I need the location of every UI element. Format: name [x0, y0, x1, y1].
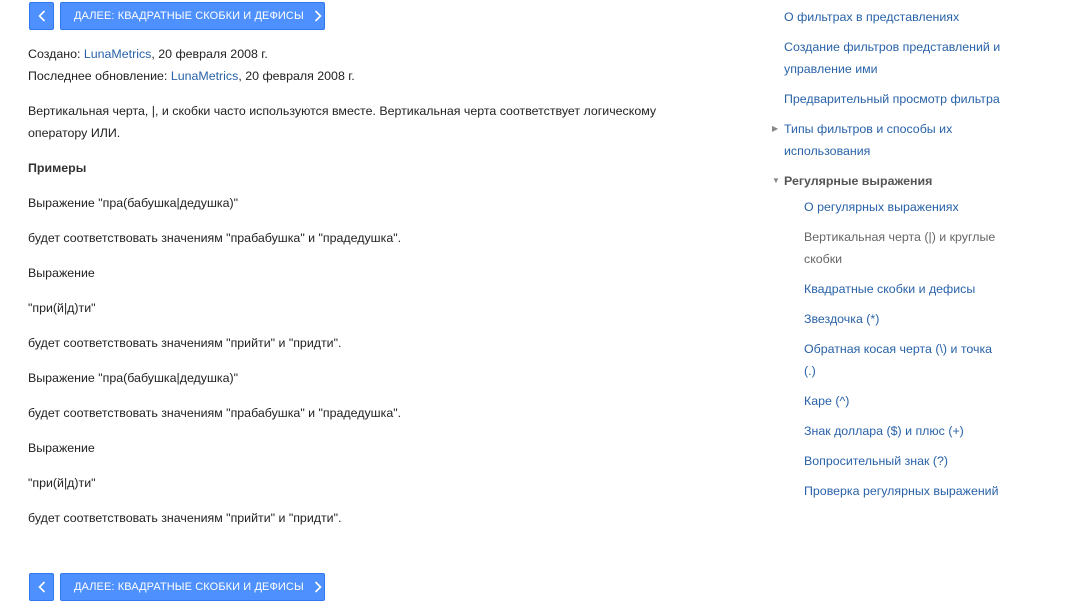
sidebar-subitem-backslash[interactable]: Обратная косая черта (\) и точка	[804, 338, 992, 360]
intro-line: оператору ИЛИ.	[28, 126, 121, 140]
created-author-link[interactable]: LunaMetrics	[84, 47, 152, 61]
article-meta: Создано: LunaMetrics, 20 февраля 2008 г.…	[28, 43, 355, 87]
sidebar-subitem-caret[interactable]: Каре (^)	[804, 390, 849, 412]
chevron-right-icon	[314, 581, 322, 593]
example-paragraph: "при(й|д)ти"	[28, 476, 96, 490]
example-paragraph: Выражение	[28, 441, 95, 455]
example-paragraph: Выражение	[28, 266, 95, 280]
chevron-left-icon	[37, 10, 46, 22]
chevron-right-icon	[314, 10, 322, 22]
previous-page-button[interactable]	[29, 573, 54, 601]
intro-paragraph: Вертикальная черта, |, и скобки часто ис…	[28, 100, 708, 144]
sidebar-subitem-question[interactable]: Вопросительный знак (?)	[804, 450, 948, 472]
intro-line: Вертикальная черта, |, и скобки часто ис…	[28, 104, 657, 118]
example-paragraph: будет соответствовать значениям "прабабу…	[28, 231, 402, 245]
sidebar-subitem-brackets[interactable]: Квадратные скобки и дефисы	[804, 278, 975, 300]
chevron-left-icon	[37, 581, 46, 593]
updated-label: Последнее обновление:	[28, 69, 171, 83]
example-paragraph: "при(й|д)ти"	[28, 301, 96, 315]
created-date: , 20 февраля 2008 г.	[151, 47, 268, 61]
example-paragraph: будет соответствовать значениям "прийти"…	[28, 336, 342, 350]
next-page-button[interactable]: ДАЛЕЕ: КВАДРАТНЫЕ СКОБКИ И ДЕФИСЫ	[60, 2, 325, 30]
previous-page-button[interactable]	[29, 2, 54, 30]
sidebar-item-filter-types-cont[interactable]: использования	[784, 140, 870, 162]
sidebar-subitem-dollar-plus[interactable]: Знак доллара ($) и плюс (+)	[804, 420, 964, 442]
updated-author-link[interactable]: LunaMetrics	[171, 69, 239, 83]
next-page-label: ДАЛЕЕ: КВАДРАТНЫЕ СКОБКИ И ДЕФИСЫ	[74, 10, 304, 22]
sidebar-item-create-filters[interactable]: Создание фильтров представлений и	[784, 36, 1000, 58]
sidebar-subitem-about-regex[interactable]: О регулярных выражениях	[804, 196, 959, 218]
example-paragraph: будет соответствовать значениям "прийти"…	[28, 511, 342, 525]
example-paragraph: Выражение "пра(бабушка|дедушка)"	[28, 371, 239, 385]
sidebar-subitem-asterisk[interactable]: Звездочка (*)	[804, 308, 879, 330]
updated-line: Последнее обновление: LunaMetrics, 20 фе…	[28, 65, 355, 87]
updated-date: , 20 февраля 2008 г.	[238, 69, 355, 83]
sidebar-item-about-filters[interactable]: О фильтрах в представлениях	[784, 6, 959, 28]
expand-triangle-icon[interactable]: ▶	[772, 118, 778, 140]
sidebar-section-regex[interactable]: Регулярные выражения	[784, 170, 932, 192]
example-paragraph: будет соответствовать значениям "прабабу…	[28, 406, 402, 420]
created-label: Создано:	[28, 47, 84, 61]
sidebar-subitem-pipe-current-cont: скобки	[804, 252, 843, 266]
sidebar-item-create-filters-cont[interactable]: управление ими	[784, 58, 878, 80]
example-paragraph: Выражение "пра(бабушка|дедушка)"	[28, 196, 239, 210]
sidebar-subitem-pipe-current: Вертикальная черта (|) и круглые	[804, 230, 996, 244]
next-page-button[interactable]: ДАЛЕЕ: КВАДРАТНЫЕ СКОБКИ И ДЕФИСЫ	[60, 573, 325, 601]
bottom-navigation: ДАЛЕЕ: КВАДРАТНЫЕ СКОБКИ И ДЕФИСЫ	[29, 573, 325, 601]
sidebar-subitem-backslash-cont[interactable]: (.)	[804, 360, 816, 382]
collapse-triangle-icon[interactable]: ▼	[772, 170, 780, 192]
sidebar-subitem-verify[interactable]: Проверка регулярных выражений	[804, 480, 999, 502]
created-line: Создано: LunaMetrics, 20 февраля 2008 г.	[28, 43, 355, 65]
examples-heading: Примеры	[28, 161, 87, 175]
sidebar-item-filter-types[interactable]: Типы фильтров и способы их	[784, 118, 952, 140]
sidebar-item-preview-filter[interactable]: Предварительный просмотр фильтра	[784, 88, 1000, 110]
next-page-label: ДАЛЕЕ: КВАДРАТНЫЕ СКОБКИ И ДЕФИСЫ	[74, 581, 304, 593]
top-navigation: ДАЛЕЕ: КВАДРАТНЫЕ СКОБКИ И ДЕФИСЫ	[29, 2, 325, 30]
